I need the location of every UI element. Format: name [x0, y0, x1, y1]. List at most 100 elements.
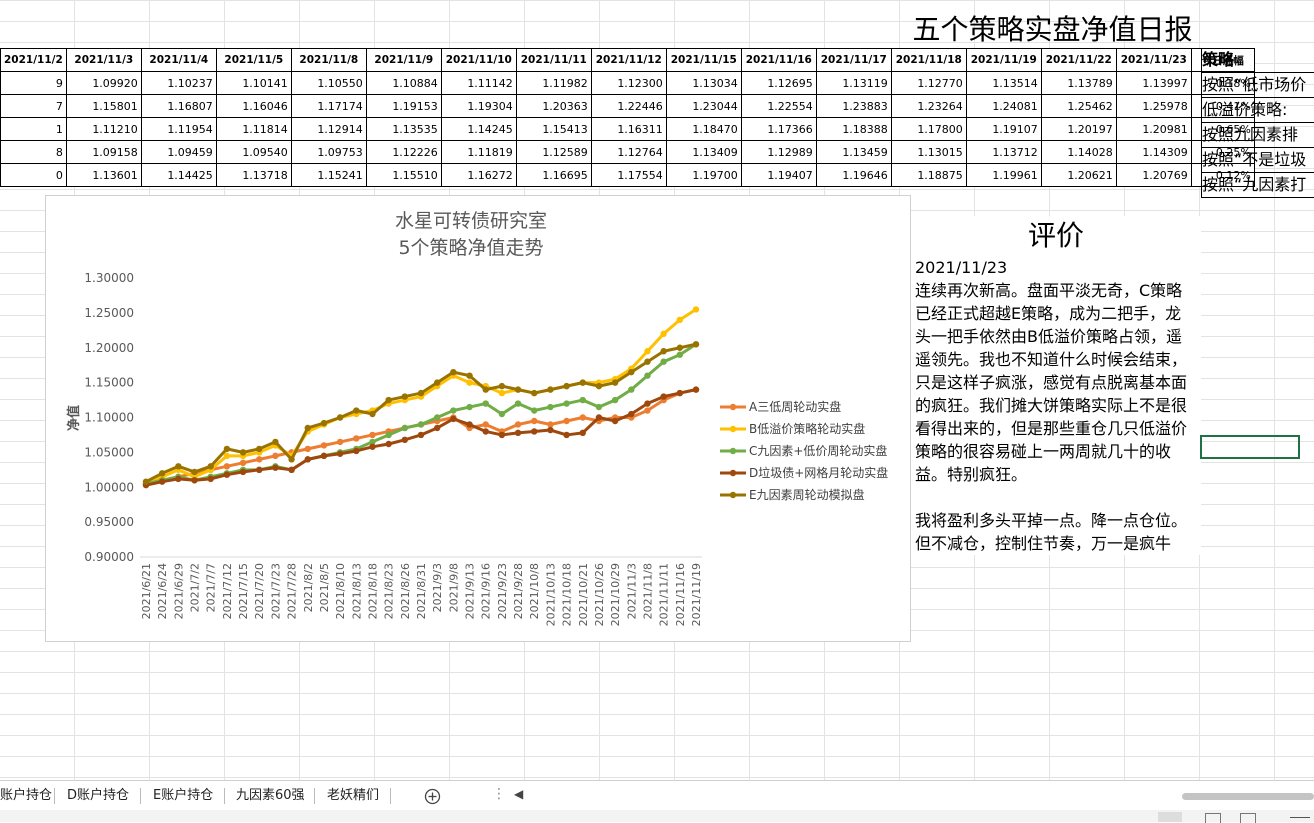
date-header[interactable]: 2021/11/11	[515, 48, 592, 72]
nav-cell[interactable]: 1.10141	[215, 71, 292, 95]
nav-cell[interactable]: 0	[0, 163, 67, 187]
nav-trend-chart[interactable]: 水星可转债研究室 5个策略净值走势 净值 0.90000 0.95000 1.000…	[45, 195, 911, 642]
nav-cell[interactable]: 8	[0, 140, 67, 164]
date-header[interactable]: 2021/11/12	[590, 48, 667, 72]
nav-cell[interactable]: 1.19961	[965, 163, 1042, 187]
strategy-c[interactable]: 按照九因素排	[1201, 123, 1314, 148]
nav-cell[interactable]: 1.15241	[290, 163, 367, 187]
nav-cell[interactable]: 1.11814	[215, 117, 292, 141]
nav-cell[interactable]: 1.12764	[590, 140, 667, 164]
nav-cell[interactable]: 1.10550	[290, 71, 367, 95]
nav-cell[interactable]: 1.16695	[515, 163, 592, 187]
date-header[interactable]: 2021/11/16	[740, 48, 817, 72]
strategy-e[interactable]: 按照“九因素打	[1201, 173, 1314, 198]
nav-cell[interactable]: 1.23044	[665, 94, 742, 118]
date-header[interactable]: 2021/11/5	[215, 48, 292, 72]
nav-cell[interactable]: 1.19304	[440, 94, 517, 118]
nav-cell[interactable]: 1.19407	[740, 163, 817, 187]
nav-cell[interactable]: 1.16272	[440, 163, 517, 187]
nav-cell[interactable]: 1.15413	[515, 117, 592, 141]
date-header[interactable]: 2021/11/19	[965, 48, 1042, 72]
date-header[interactable]: 2021/11/9	[365, 48, 442, 72]
nav-cell[interactable]: 1.15801	[65, 94, 142, 118]
strategy-d[interactable]: 按照“不是垃圾	[1201, 148, 1314, 173]
nav-cell[interactable]: 1.13459	[815, 140, 892, 164]
nav-cell[interactable]: 1.14245	[440, 117, 517, 141]
nav-cell[interactable]: 1.22554	[740, 94, 817, 118]
nav-cell[interactable]: 1.25462	[1040, 94, 1117, 118]
date-header[interactable]: 2021/11/8	[290, 48, 367, 72]
nav-cell[interactable]: 1.17174	[290, 94, 367, 118]
nav-cell[interactable]: 1.13034	[665, 71, 742, 95]
nav-cell[interactable]: 1.14425	[140, 163, 217, 187]
nav-cell[interactable]: 1.13119	[815, 71, 892, 95]
scroll-left-icon[interactable]: ◀	[514, 787, 523, 801]
tab-d-account[interactable]: D账户持仓	[67, 785, 129, 807]
nav-cell[interactable]: 1.23264	[890, 94, 967, 118]
date-header[interactable]: 2021/11/2	[0, 48, 67, 72]
date-header[interactable]: 2021/11/4	[140, 48, 217, 72]
nav-cell[interactable]: 1.14028	[1040, 140, 1117, 164]
nav-cell[interactable]: 1.09158	[65, 140, 142, 164]
nav-cell[interactable]: 1.10884	[365, 71, 442, 95]
nav-cell[interactable]: 1.20621	[1040, 163, 1117, 187]
nav-cell[interactable]: 1.17554	[590, 163, 667, 187]
nav-cell[interactable]: 1.24081	[965, 94, 1042, 118]
nav-cell[interactable]: 1.13514	[965, 71, 1042, 95]
nav-cell[interactable]: 1.19646	[815, 163, 892, 187]
nav-cell[interactable]: 9	[0, 71, 67, 95]
nav-cell[interactable]: 7	[0, 94, 67, 118]
nav-cell[interactable]: 1.11982	[515, 71, 592, 95]
nav-cell[interactable]: 1.12226	[365, 140, 442, 164]
nav-cell[interactable]: 1.16807	[140, 94, 217, 118]
nav-cell[interactable]: 1.14309	[1115, 140, 1192, 164]
plus-circle-icon[interactable]	[424, 788, 441, 805]
nav-cell[interactable]: 1.12914	[290, 117, 367, 141]
nav-cell[interactable]: 1.09459	[140, 140, 217, 164]
date-header[interactable]: 2021/11/18	[890, 48, 967, 72]
nav-cell[interactable]: 1.13601	[65, 163, 142, 187]
normal-view-icon[interactable]	[1158, 812, 1182, 822]
nav-cell[interactable]: 1.19107	[965, 117, 1042, 141]
nav-cell[interactable]: 1.13535	[365, 117, 442, 141]
date-header[interactable]: 2021/11/3	[65, 48, 142, 72]
nav-cell[interactable]: 1.20197	[1040, 117, 1117, 141]
nav-cell[interactable]: 1.12989	[740, 140, 817, 164]
nav-cell[interactable]: 1.13789	[1040, 71, 1117, 95]
date-header[interactable]: 2021/11/23	[1115, 48, 1192, 72]
date-header[interactable]: 2021/11/15	[665, 48, 742, 72]
nav-cell[interactable]: 1.18470	[665, 117, 742, 141]
nav-cell[interactable]: 1.11954	[140, 117, 217, 141]
nav-cell[interactable]: 1.09540	[215, 140, 292, 164]
nav-cell[interactable]: 1	[0, 117, 67, 141]
nav-cell[interactable]: 1.09753	[290, 140, 367, 164]
strategy-b[interactable]: 低溢价策略:	[1201, 98, 1314, 123]
nav-cell[interactable]: 1.12770	[890, 71, 967, 95]
nav-cell[interactable]: 1.13997	[1115, 71, 1192, 95]
tab-e-account[interactable]: E账户持仓	[153, 785, 213, 807]
nav-cell[interactable]: 1.17800	[890, 117, 967, 141]
date-header[interactable]: 2021/11/17	[815, 48, 892, 72]
nav-cell[interactable]: 1.13015	[890, 140, 967, 164]
nav-cell[interactable]: 1.20363	[515, 94, 592, 118]
tab-nine-factor-60[interactable]: 九因素60强	[236, 785, 305, 807]
zoom-slider[interactable]	[1290, 817, 1310, 818]
nav-cell[interactable]: 1.13409	[665, 140, 742, 164]
nav-cell[interactable]: 1.10237	[140, 71, 217, 95]
horizontal-scrollbar[interactable]	[1182, 793, 1314, 800]
tab-old-monsters[interactable]: 老妖精们	[327, 785, 379, 807]
nav-cell[interactable]: 1.13712	[965, 140, 1042, 164]
nav-cell[interactable]: 1.22446	[590, 94, 667, 118]
strategy-a[interactable]: 按照“低市场价	[1201, 73, 1314, 98]
nav-cell[interactable]: 1.18388	[815, 117, 892, 141]
nav-cell[interactable]: 1.12300	[590, 71, 667, 95]
nav-cell[interactable]: 1.12695	[740, 71, 817, 95]
nav-cell[interactable]: 1.19153	[365, 94, 442, 118]
tab-account-holdings[interactable]: 账户持仓	[0, 785, 52, 807]
nav-cell[interactable]: 1.11819	[440, 140, 517, 164]
nav-cell[interactable]: 1.16311	[590, 117, 667, 141]
nav-cell[interactable]: 1.23883	[815, 94, 892, 118]
nav-cell[interactable]: 1.12589	[515, 140, 592, 164]
nav-cell[interactable]: 1.19700	[665, 163, 742, 187]
nav-cell[interactable]: 1.20981	[1115, 117, 1192, 141]
